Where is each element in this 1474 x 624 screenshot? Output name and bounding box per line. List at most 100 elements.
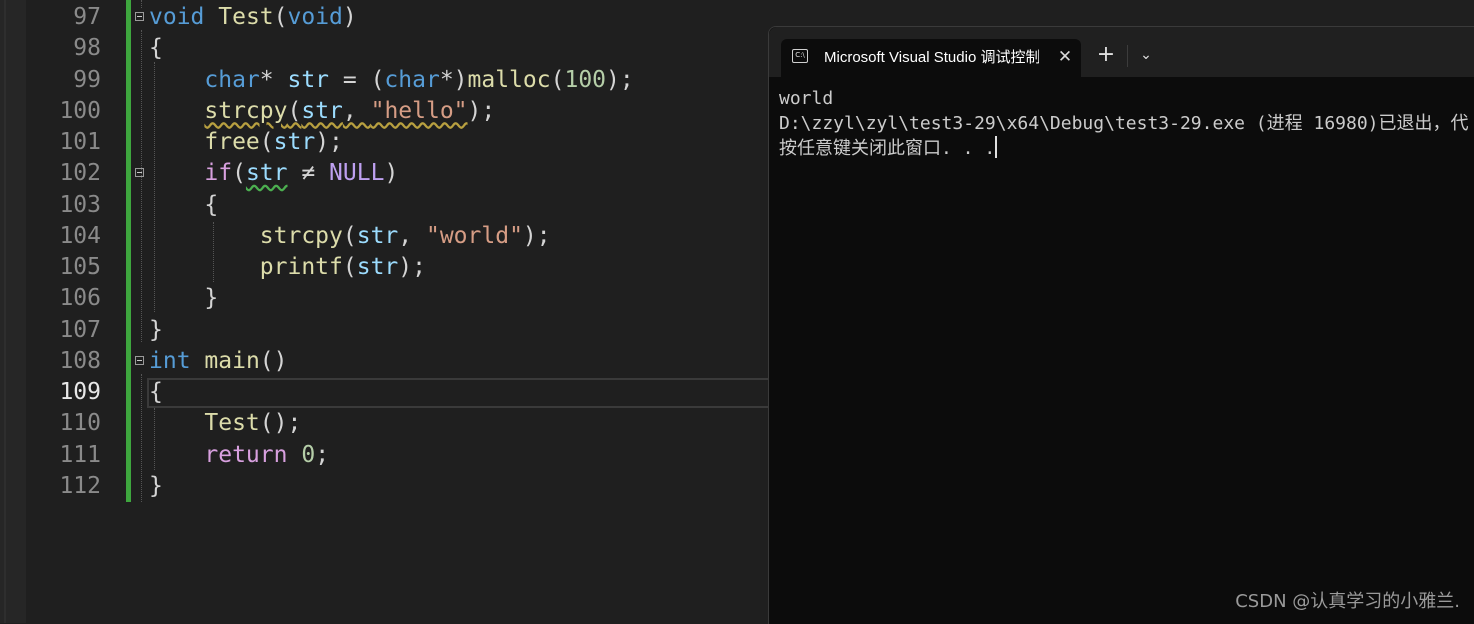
console-icon: C:\ <box>792 49 808 63</box>
terminal-output[interactable]: world D:\zzyl\zyl\test3-29\x64\Debug\test… <box>779 87 1469 162</box>
code-token: "hello" <box>370 97 468 124</box>
line-number: 99 <box>73 66 101 93</box>
line-number: 108 <box>59 347 101 374</box>
code-token: ); <box>522 222 551 249</box>
line-number: 111 <box>59 441 101 468</box>
tab-title: Microsoft Visual Studio 调试控制台 <box>824 49 1039 66</box>
code-token: ); <box>606 66 634 93</box>
code-text: } <box>149 315 163 346</box>
tab-separator <box>1127 45 1128 67</box>
output-line: 按任意键关闭此窗口. . . <box>779 136 998 159</box>
line-number: 104 <box>59 222 101 249</box>
line-number: 107 <box>59 316 101 343</box>
line-number: 109 <box>59 379 101 405</box>
chevron-down-icon[interactable]: ⌄ <box>1135 44 1157 66</box>
code-text: { <box>149 190 218 221</box>
code-token: str <box>356 254 399 280</box>
close-icon[interactable]: ✕ <box>1055 46 1075 68</box>
code-token: Test <box>204 410 260 437</box>
code-token: = ( <box>329 66 385 93</box>
code-text: printf(str); <box>149 252 426 283</box>
code-token: str <box>245 160 288 187</box>
code-text: } <box>149 471 163 502</box>
code-text: { <box>149 377 163 408</box>
code-token: } <box>149 472 163 499</box>
code-token: 100 <box>564 66 607 93</box>
code-token: str <box>356 222 399 249</box>
code-token: if <box>204 160 233 187</box>
new-tab-button[interactable]: + <box>1095 44 1117 66</box>
code-token: malloc <box>467 66 551 93</box>
line-number: 102 <box>59 160 101 187</box>
code-token: char <box>384 66 440 93</box>
code-token: 0 <box>301 441 316 468</box>
code-token: str <box>287 66 330 93</box>
line-number: 103 <box>59 191 101 218</box>
code-token: , <box>398 222 426 249</box>
code-token: strcpy <box>204 97 288 124</box>
debug-console-window[interactable]: C:\ Microsoft Visual Studio 调试控制台 ✕ + ⌄ … <box>768 26 1474 624</box>
line-number: 105 <box>59 254 101 280</box>
line-number: 110 <box>59 410 101 437</box>
output-line: world <box>779 88 834 109</box>
code-text: int main() <box>149 346 288 377</box>
code-token: ( <box>232 160 246 187</box>
code-token: ( <box>342 222 357 249</box>
fold-toggle-icon[interactable] <box>135 168 144 178</box>
code-token: } <box>149 316 163 343</box>
line-number: 100 <box>59 97 101 124</box>
code-token: int <box>149 347 191 374</box>
code-text: { <box>149 33 163 64</box>
code-token: ) <box>384 160 399 187</box>
code-token: { <box>149 379 163 405</box>
code-token: ( <box>259 129 274 155</box>
code-token: { <box>149 35 163 62</box>
code-token: ) <box>342 4 357 30</box>
code-token: *) <box>439 66 468 93</box>
code-token: str <box>301 97 343 124</box>
code-token: printf <box>259 254 343 280</box>
code-text: free(str); <box>149 127 343 158</box>
code-token: (); <box>259 410 302 437</box>
code-token: free <box>204 129 260 155</box>
code-token: } <box>149 285 219 312</box>
fold-toggle-icon[interactable] <box>135 355 144 365</box>
line-number: 101 <box>59 129 101 155</box>
fold-toggle-icon[interactable] <box>135 12 144 21</box>
code-text: char* str = (char*)malloc(100); <box>149 65 634 96</box>
code-text: strcpy(str, "world"); <box>149 221 551 252</box>
code-token: "world" <box>425 222 523 249</box>
output-line: D:\zzyl\zyl\test3-29\x64\Debug\test3-29.… <box>779 112 1469 134</box>
code-token: ); <box>467 97 496 124</box>
code-token: void <box>149 4 205 30</box>
code-token: return <box>204 441 288 468</box>
code-text: if(str ≠ NULL) <box>149 158 398 189</box>
code-token: NULL <box>329 160 385 187</box>
code-token: ( <box>287 97 302 124</box>
code-token: ≠ <box>287 160 330 187</box>
code-token: Test <box>218 4 274 30</box>
terminal-tab[interactable]: C:\ Microsoft Visual Studio 调试控制台 ✕ <box>781 39 1081 77</box>
code-text: } <box>149 283 218 314</box>
code-token: ); <box>398 254 426 280</box>
code-token: ; <box>315 441 330 468</box>
code-token: ); <box>315 129 343 155</box>
code-token: ( <box>550 66 565 93</box>
code-token: strcpy <box>259 222 343 249</box>
code-token: () <box>259 347 288 374</box>
code-token: , <box>342 97 371 124</box>
watermark: CSDN @认真学习的小雅兰. <box>1235 591 1460 612</box>
text-cursor <box>995 136 998 158</box>
line-number: 97 <box>73 4 101 30</box>
line-number: 98 <box>73 35 101 62</box>
code-text: Test(); <box>149 408 301 439</box>
